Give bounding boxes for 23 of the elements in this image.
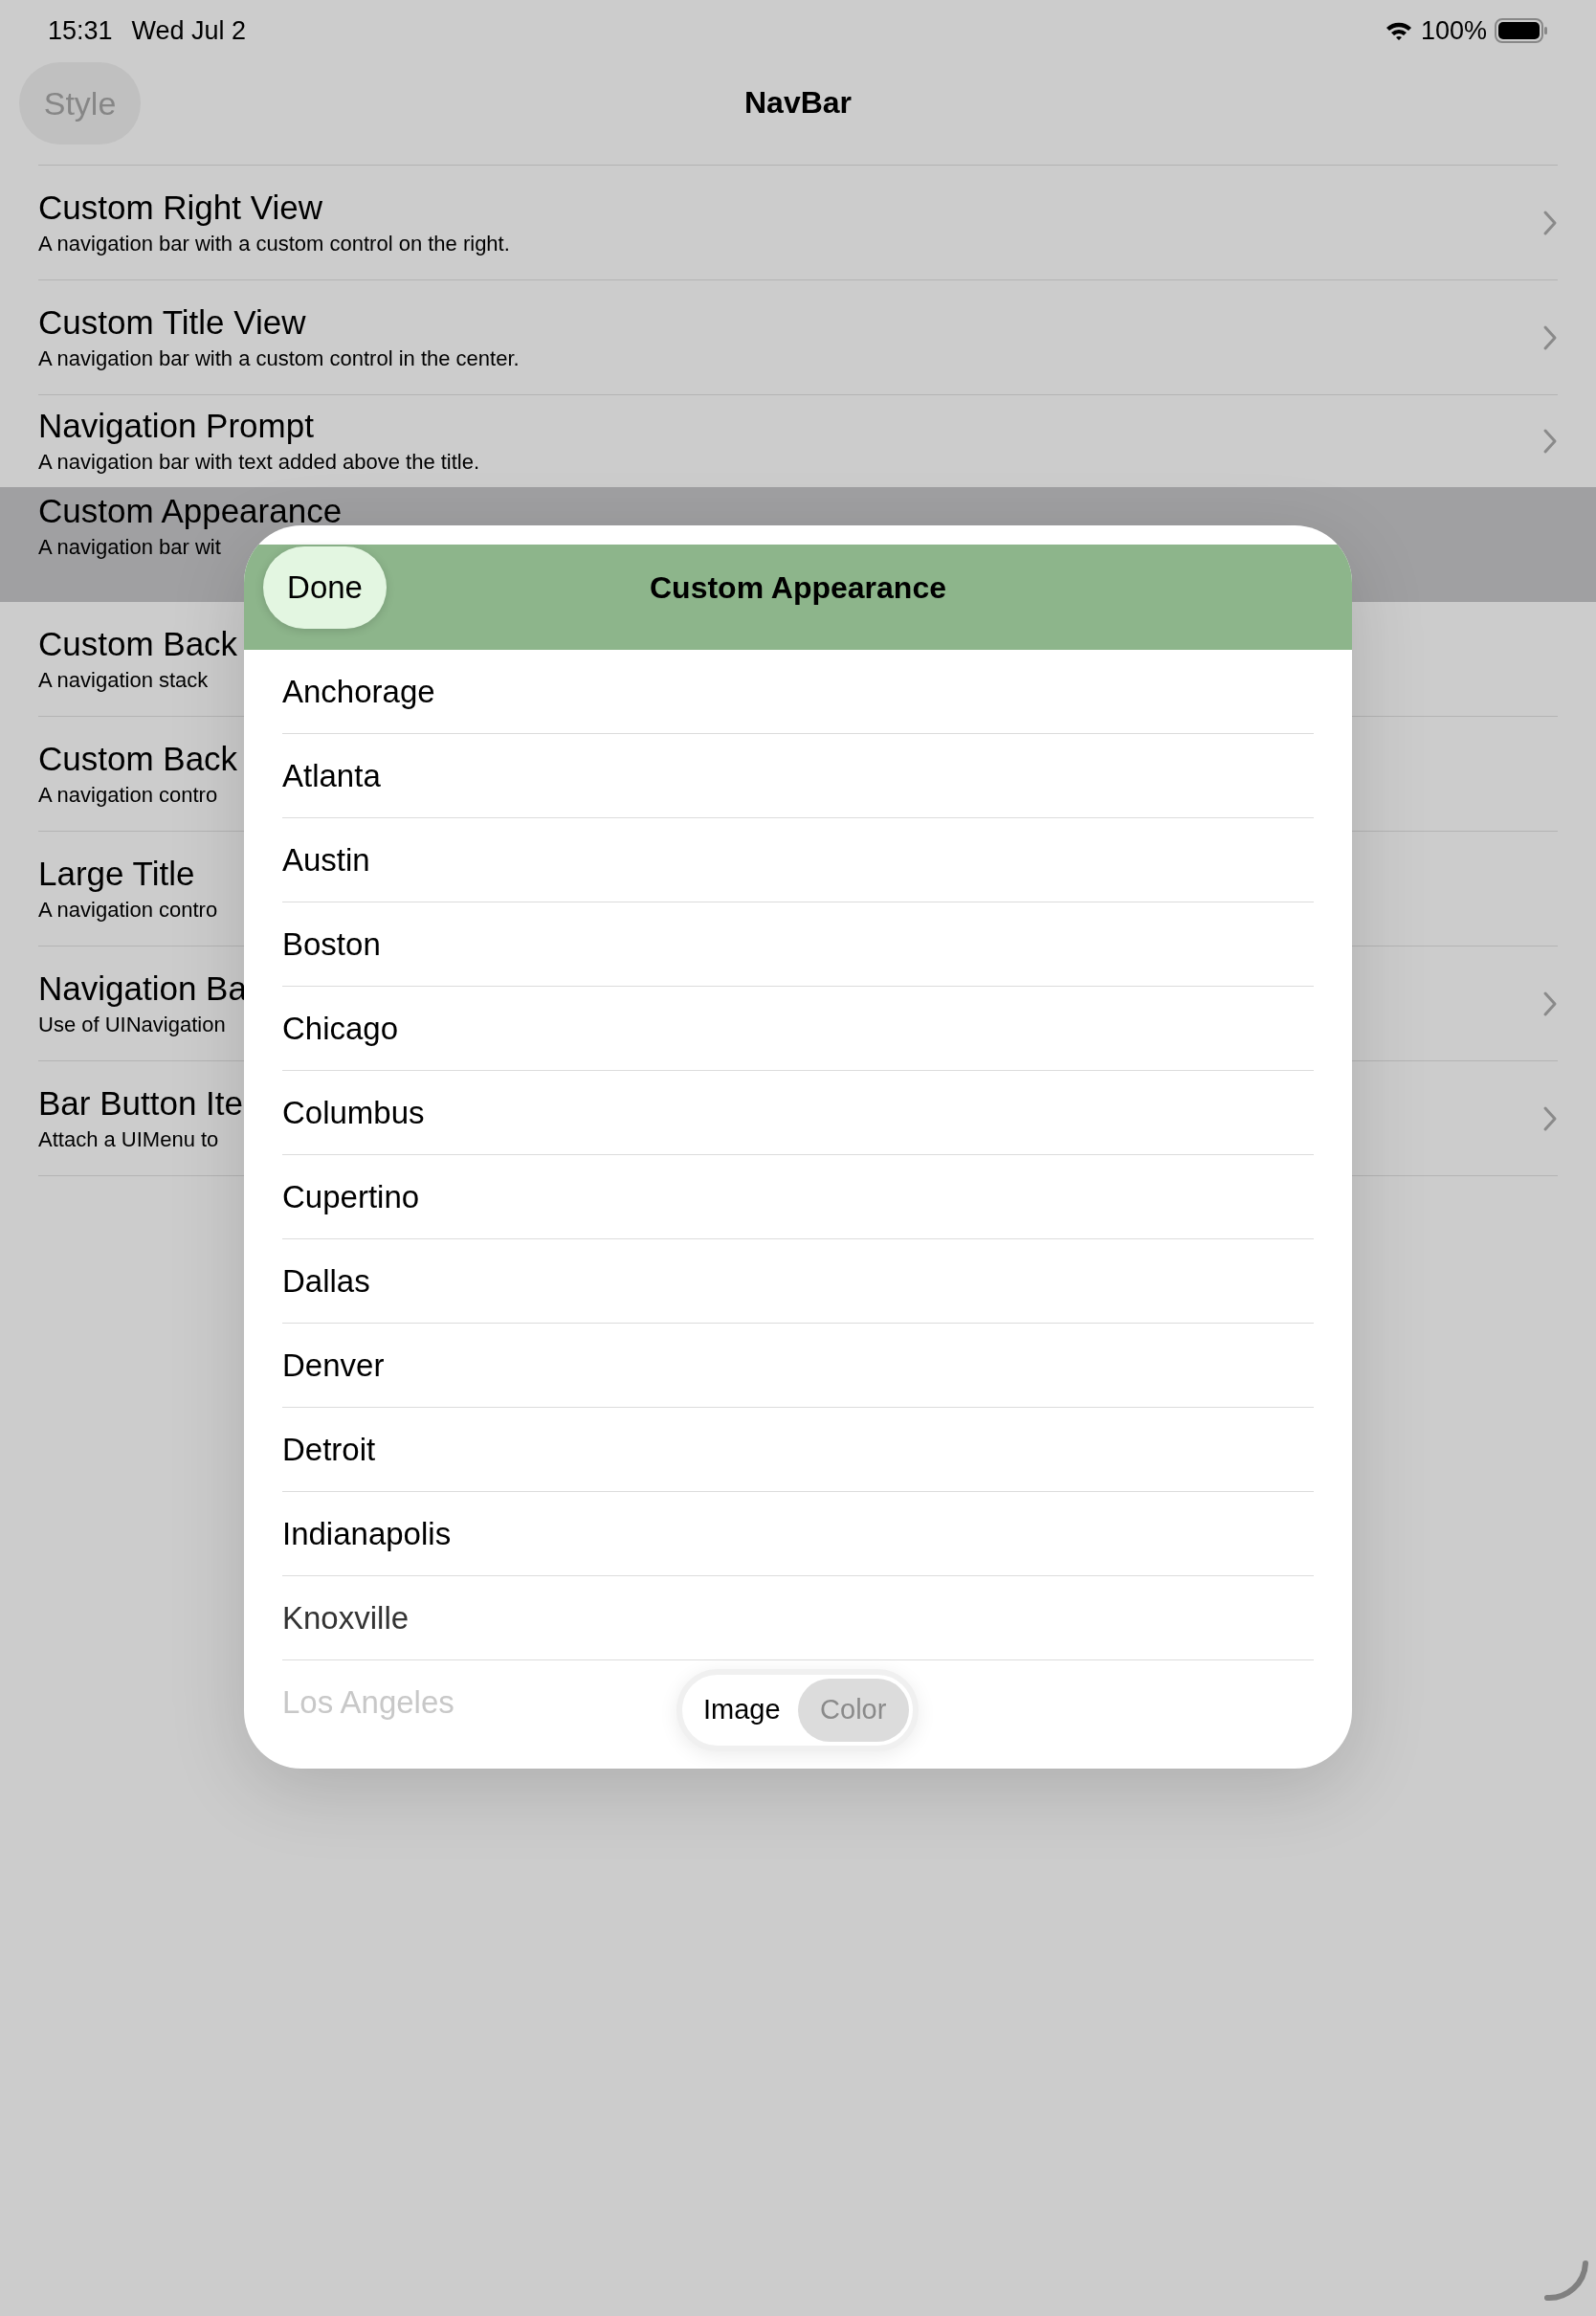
row-title: Custom Back [38, 624, 238, 663]
row-title: Custom Right View [38, 188, 322, 227]
row-title: Custom Appearance [38, 492, 343, 530]
row-title: Navigation Ba [38, 969, 247, 1008]
row-title: Navigation Prompt [38, 407, 314, 445]
row-subtitle: A navigation bar with a custom control on the right. [38, 230, 510, 257]
row-title: Large Title [38, 854, 195, 893]
row-subtitle: Use of UINavigation [38, 1011, 226, 1038]
nav-title: NavBar [743, 84, 853, 122]
row-subtitle: A navigation bar wit [38, 534, 221, 561]
sheet-title: Custom Appearance [650, 569, 946, 607]
row-subtitle: A navigation contro [38, 781, 218, 809]
row-subtitle: A navigation bar with text added above the title. [38, 449, 480, 476]
battery-percent: 100% [1420, 14, 1487, 47]
row-subtitle: A navigation contro [38, 896, 218, 924]
row-subtitle: A navigation stack [38, 666, 209, 694]
row-title: Bar Button Ite [38, 1083, 244, 1123]
row-subtitle: A navigation bar with a custom control in the center. [38, 345, 520, 372]
row-subtitle: Attach a UIMenu to [38, 1125, 219, 1153]
row-title: Custom Title View [38, 302, 306, 342]
row-title: Custom Back [38, 739, 238, 778]
status-time: 15:31 [48, 14, 113, 47]
status-date: Wed Jul 2 [131, 14, 247, 47]
